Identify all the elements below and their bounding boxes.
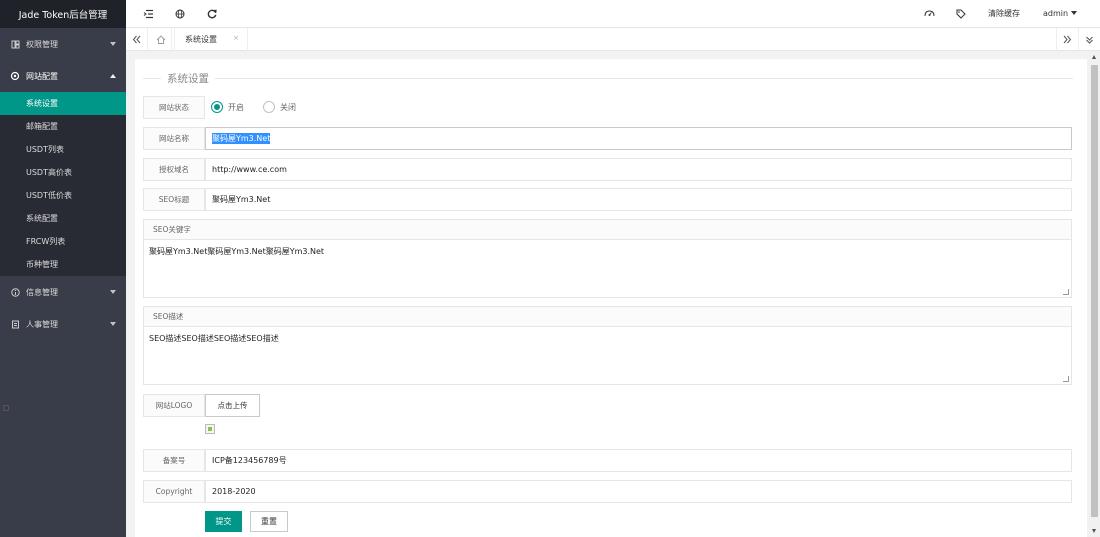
sidebar-item-usdt-list[interactable]: USDT列表 [0,138,126,161]
copyright-input[interactable]: 2018-2020 [205,480,1072,503]
sidebar-group-label: 权限管理 [26,39,58,49]
scrollbar-thumb[interactable] [1091,65,1098,517]
radio-checked-icon [211,101,223,113]
sidebar-item-system-settings[interactable]: 系统设置 [0,92,126,115]
top-header: 清除缓存 admin [126,0,1100,28]
tabs-scroll-left-icon[interactable] [126,28,148,51]
sidebar-item-currency[interactable]: 币种管理 [0,253,126,276]
upload-button[interactable]: 点击上传 [205,394,260,417]
app-logo[interactable]: Jade Token后台管理 [0,0,126,28]
sidebar-item-email-config[interactable]: 邮箱配置 [0,115,126,138]
sidebar-group-info[interactable]: 信息管理 [0,276,126,308]
clear-cache-link[interactable]: 清除缓存 [988,0,1020,28]
icp-label: 备案号 [143,449,205,472]
gear-icon [10,71,20,81]
auth-domain-label: 授权域名 [143,158,205,181]
chevron-up-icon [110,74,116,78]
form-title: 系统设置 [161,71,215,86]
user-menu[interactable]: admin [1043,0,1078,28]
resize-handle-icon[interactable] [1063,376,1069,382]
form-legend: 系统设置 [143,71,1073,86]
radio-open[interactable]: 开启 [211,101,244,113]
seo-keywords-textarea[interactable]: 聚码屋Ym3.Net聚码屋Ym3.Net聚码屋Ym3.Net [144,240,1071,297]
seo-desc-label: SEO描述 [144,307,1071,327]
radio-close[interactable]: 关闭 [263,101,296,113]
sidebar-group-label: 信息管理 [26,287,58,297]
layers-icon [10,39,20,49]
sidebar-group-label: 网站配置 [26,71,58,81]
seo-keywords-label: SEO关键字 [144,220,1071,240]
site-name-label: 网站名称 [143,127,205,150]
broken-image-icon [205,424,215,434]
scrollbar[interactable] [1089,51,1100,537]
theme-icon[interactable] [922,7,936,21]
chevron-down-icon [110,290,116,294]
tabs-scroll-right-icon[interactable] [1056,28,1078,51]
close-icon[interactable]: × [233,34,239,42]
home-icon[interactable] [150,28,172,51]
submit-button[interactable]: 提交 [205,511,242,532]
tab-system-settings[interactable]: 系统设置 × [174,28,248,51]
sidebar-item-frcw-list[interactable]: FRCW列表 [0,230,126,253]
sidebar-item-system-config[interactable]: 系统配置 [0,207,126,230]
scroll-down-icon[interactable] [1092,529,1096,533]
menu-fold-icon[interactable] [141,7,155,21]
radio-open-label: 开启 [228,102,244,112]
tab-bar: 系统设置 × [126,28,1100,51]
sidebar-group-hr[interactable]: 人事管理 [0,308,126,340]
scroll-up-icon[interactable] [1092,55,1096,59]
user-icon [10,319,20,329]
radio-close-label: 关闭 [280,102,296,112]
seo-title-label: SEO标题 [143,188,205,211]
chevron-down-icon [110,322,116,326]
site-name-input[interactable]: 聚码屋Ym3.Net [205,127,1072,150]
info-icon [10,287,20,297]
tag-icon[interactable] [954,7,968,21]
sidebar-submenu: 系统设置 邮箱配置 USDT列表 USDT高价表 USDT低价表 系统配置 FR… [0,92,126,276]
seo-title-input[interactable]: 聚码屋Ym3.Net [205,188,1072,211]
reset-button[interactable]: 重置 [250,511,288,532]
seo-desc-value: SEO描述SEO描述SEO描述SEO描述 [149,334,279,343]
tabs-menu-icon[interactable] [1078,28,1100,51]
resize-handle-icon[interactable] [1063,289,1069,295]
radio-unchecked-icon [263,101,275,113]
sidebar-group-site-config[interactable]: 网站配置 [0,60,126,92]
site-name-value: 聚码屋Ym3.Net [212,133,271,144]
refresh-icon[interactable] [205,7,219,21]
sidebar-group-permissions[interactable]: 权限管理 [0,28,126,60]
sidebar-item-usdt-low[interactable]: USDT低价表 [0,184,126,207]
auth-domain-input[interactable]: http://www.ce.com [205,158,1072,181]
settings-form: 系统设置 网站状态 开启 关闭 网站名称 聚码屋Ym3.Net 授权域名 htt… [135,59,1087,537]
sidebar-collapse-handle[interactable] [3,405,9,411]
globe-icon[interactable] [173,7,187,21]
chevron-down-icon [1071,11,1078,15]
legend-divider [143,78,1073,79]
seo-keywords-box: SEO关键字 聚码屋Ym3.Net聚码屋Ym3.Net聚码屋Ym3.Net [143,219,1072,298]
user-name: admin [1043,9,1069,18]
tab-label: 系统设置 [185,35,217,44]
sidebar-item-usdt-high[interactable]: USDT高价表 [0,161,126,184]
seo-desc-box: SEO描述 SEO描述SEO描述SEO描述SEO描述 [143,306,1072,385]
status-label: 网站状态 [143,96,205,119]
logo-label: 网站LOGO [143,394,205,417]
copyright-label: Copyright [143,480,205,503]
sidebar-group-label: 人事管理 [26,319,58,329]
seo-keywords-value: 聚码屋Ym3.Net聚码屋Ym3.Net聚码屋Ym3.Net [149,247,325,256]
chevron-down-icon [110,42,116,46]
icp-input[interactable]: ICP备123456789号 [205,449,1072,472]
seo-desc-textarea[interactable]: SEO描述SEO描述SEO描述SEO描述 [144,327,1071,384]
sidebar: Jade Token后台管理 权限管理 网站配置 系统设置 邮箱配置 USDT列… [0,0,126,537]
